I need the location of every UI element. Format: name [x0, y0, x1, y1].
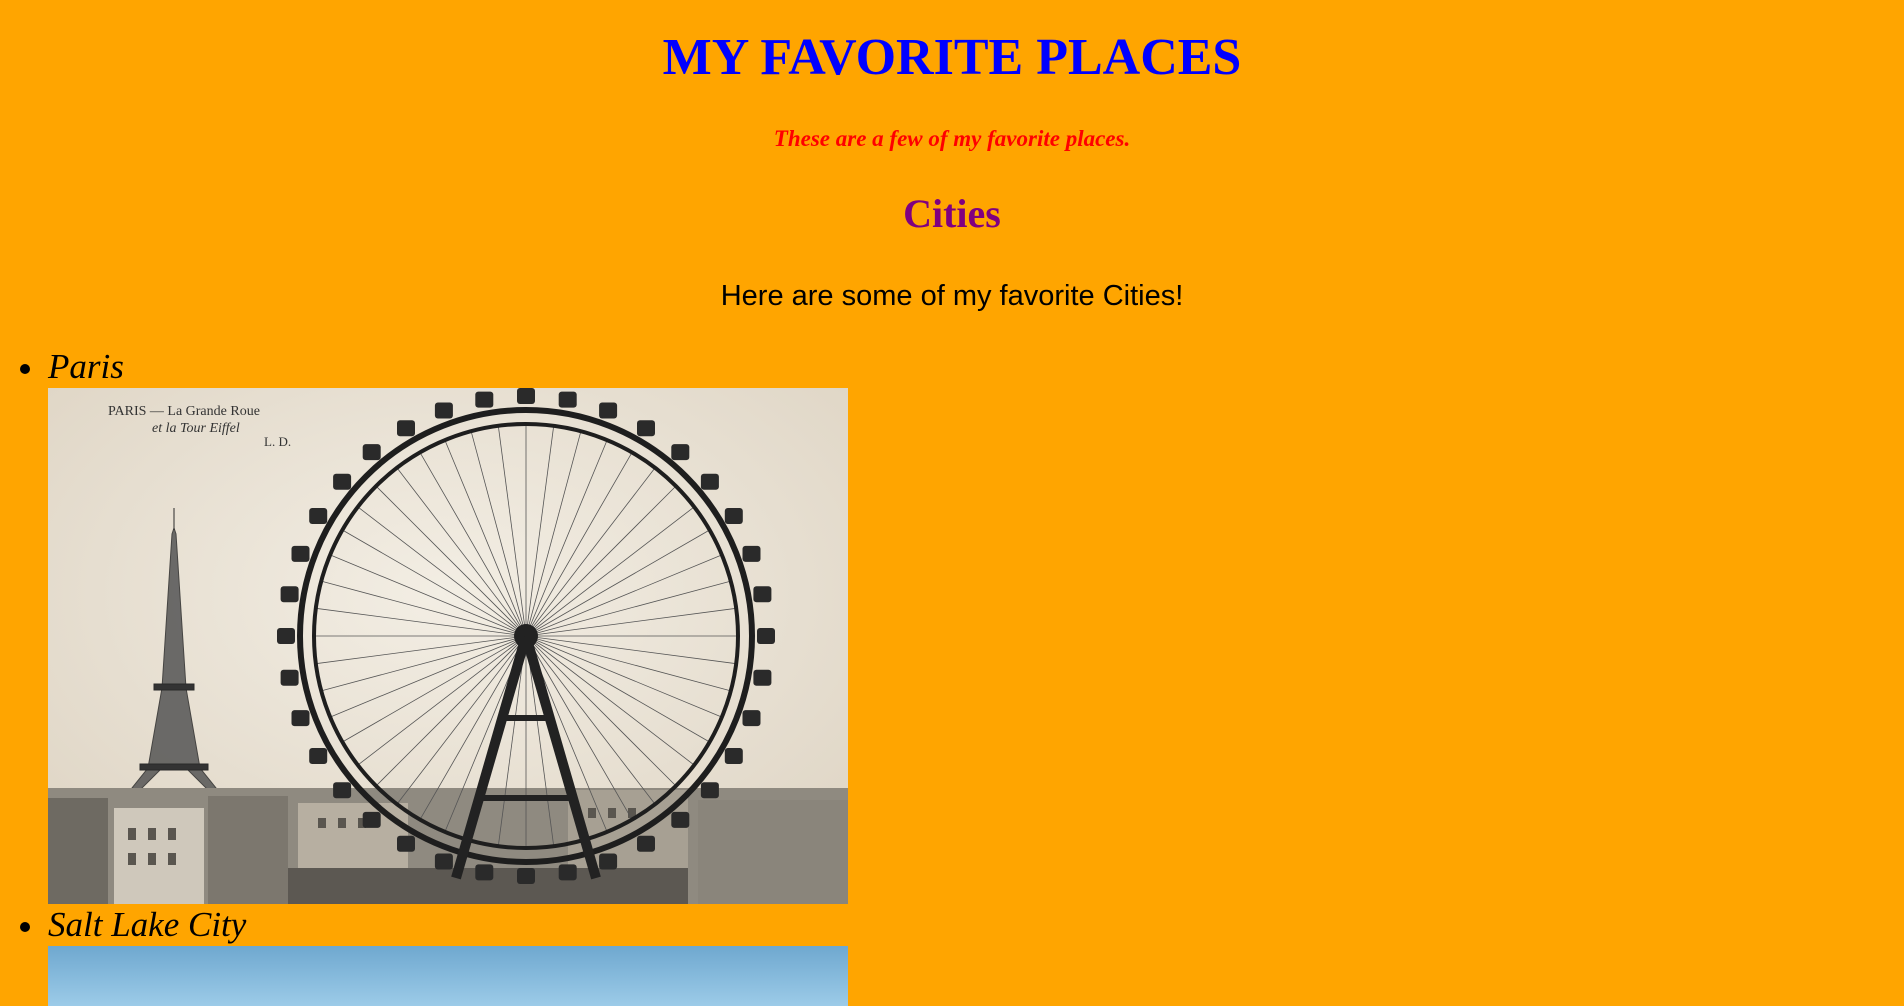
salt-lake-city-photo [48, 946, 848, 1006]
wheel-gondola [724, 748, 743, 764]
wheel-gondola [753, 669, 772, 686]
wheel-gondola [637, 420, 655, 437]
city-list: Paris PARIS — La Grande Roue et la Tour … [0, 346, 848, 1006]
wheel-gondola [280, 669, 299, 686]
wheel-gondola [558, 864, 577, 881]
section-heading-cities: Cities [903, 191, 1001, 236]
wheel-gondola [599, 853, 618, 870]
photo-caption-line3: L. D. [264, 434, 291, 449]
wheel-gondola [671, 444, 690, 461]
photo-caption-line2: et la Tour Eiffel [152, 421, 240, 436]
wheel-gondola [700, 473, 719, 490]
wheel-gondola [434, 853, 453, 870]
list-item-paris: Paris PARIS — La Grande Roue et la Tour … [0, 346, 848, 904]
wheel-gondola [637, 835, 655, 852]
wheel-gondola [362, 811, 381, 828]
wheel-gondola [742, 710, 761, 727]
wheel-gondola [333, 782, 352, 799]
wheel-gondola [475, 391, 494, 408]
wheel-gondola [599, 402, 618, 419]
wheel-gondola [333, 473, 352, 490]
wheel-gondola [475, 864, 494, 881]
section-intro: Here are some of my favorite Cities! [720, 280, 1184, 312]
page-title: MY FAVORITE PLACES [662, 29, 1242, 86]
wheel-gondola [309, 748, 328, 764]
wheel-gondola [517, 868, 535, 884]
wheel-gondola [517, 388, 535, 404]
photo-caption-line1: PARIS — La Grande Roue [108, 404, 260, 419]
bullet-icon [20, 364, 30, 374]
page-subtitle: These are a few of my favorite places. [773, 126, 1131, 151]
wheel-gondola [291, 545, 310, 562]
wheel-gondola [757, 628, 775, 644]
bullet-icon [20, 922, 30, 932]
wheel-gondola [280, 586, 299, 603]
wheel-gondola [700, 782, 719, 799]
wheel-gondola [558, 391, 577, 408]
city-name: Salt Lake City [48, 905, 247, 944]
wheel-gondola [742, 545, 761, 562]
paris-photo: PARIS — La Grande Roue et la Tour Eiffel… [48, 388, 848, 904]
wheel-gondola [753, 586, 772, 603]
wheel-gondola [724, 508, 743, 524]
list-item-salt-lake-city: Salt Lake City [0, 904, 848, 1006]
wheel-gondola [397, 835, 415, 852]
wheel-gondola [434, 402, 453, 419]
wheel-gondola [671, 811, 690, 828]
city-name: Paris [48, 347, 124, 386]
wheel-gondola [309, 508, 328, 524]
wheel-gondola [362, 444, 381, 461]
wheel-gondola [291, 710, 310, 727]
wheel-gondola [277, 628, 295, 644]
wheel-gondola [397, 420, 415, 437]
